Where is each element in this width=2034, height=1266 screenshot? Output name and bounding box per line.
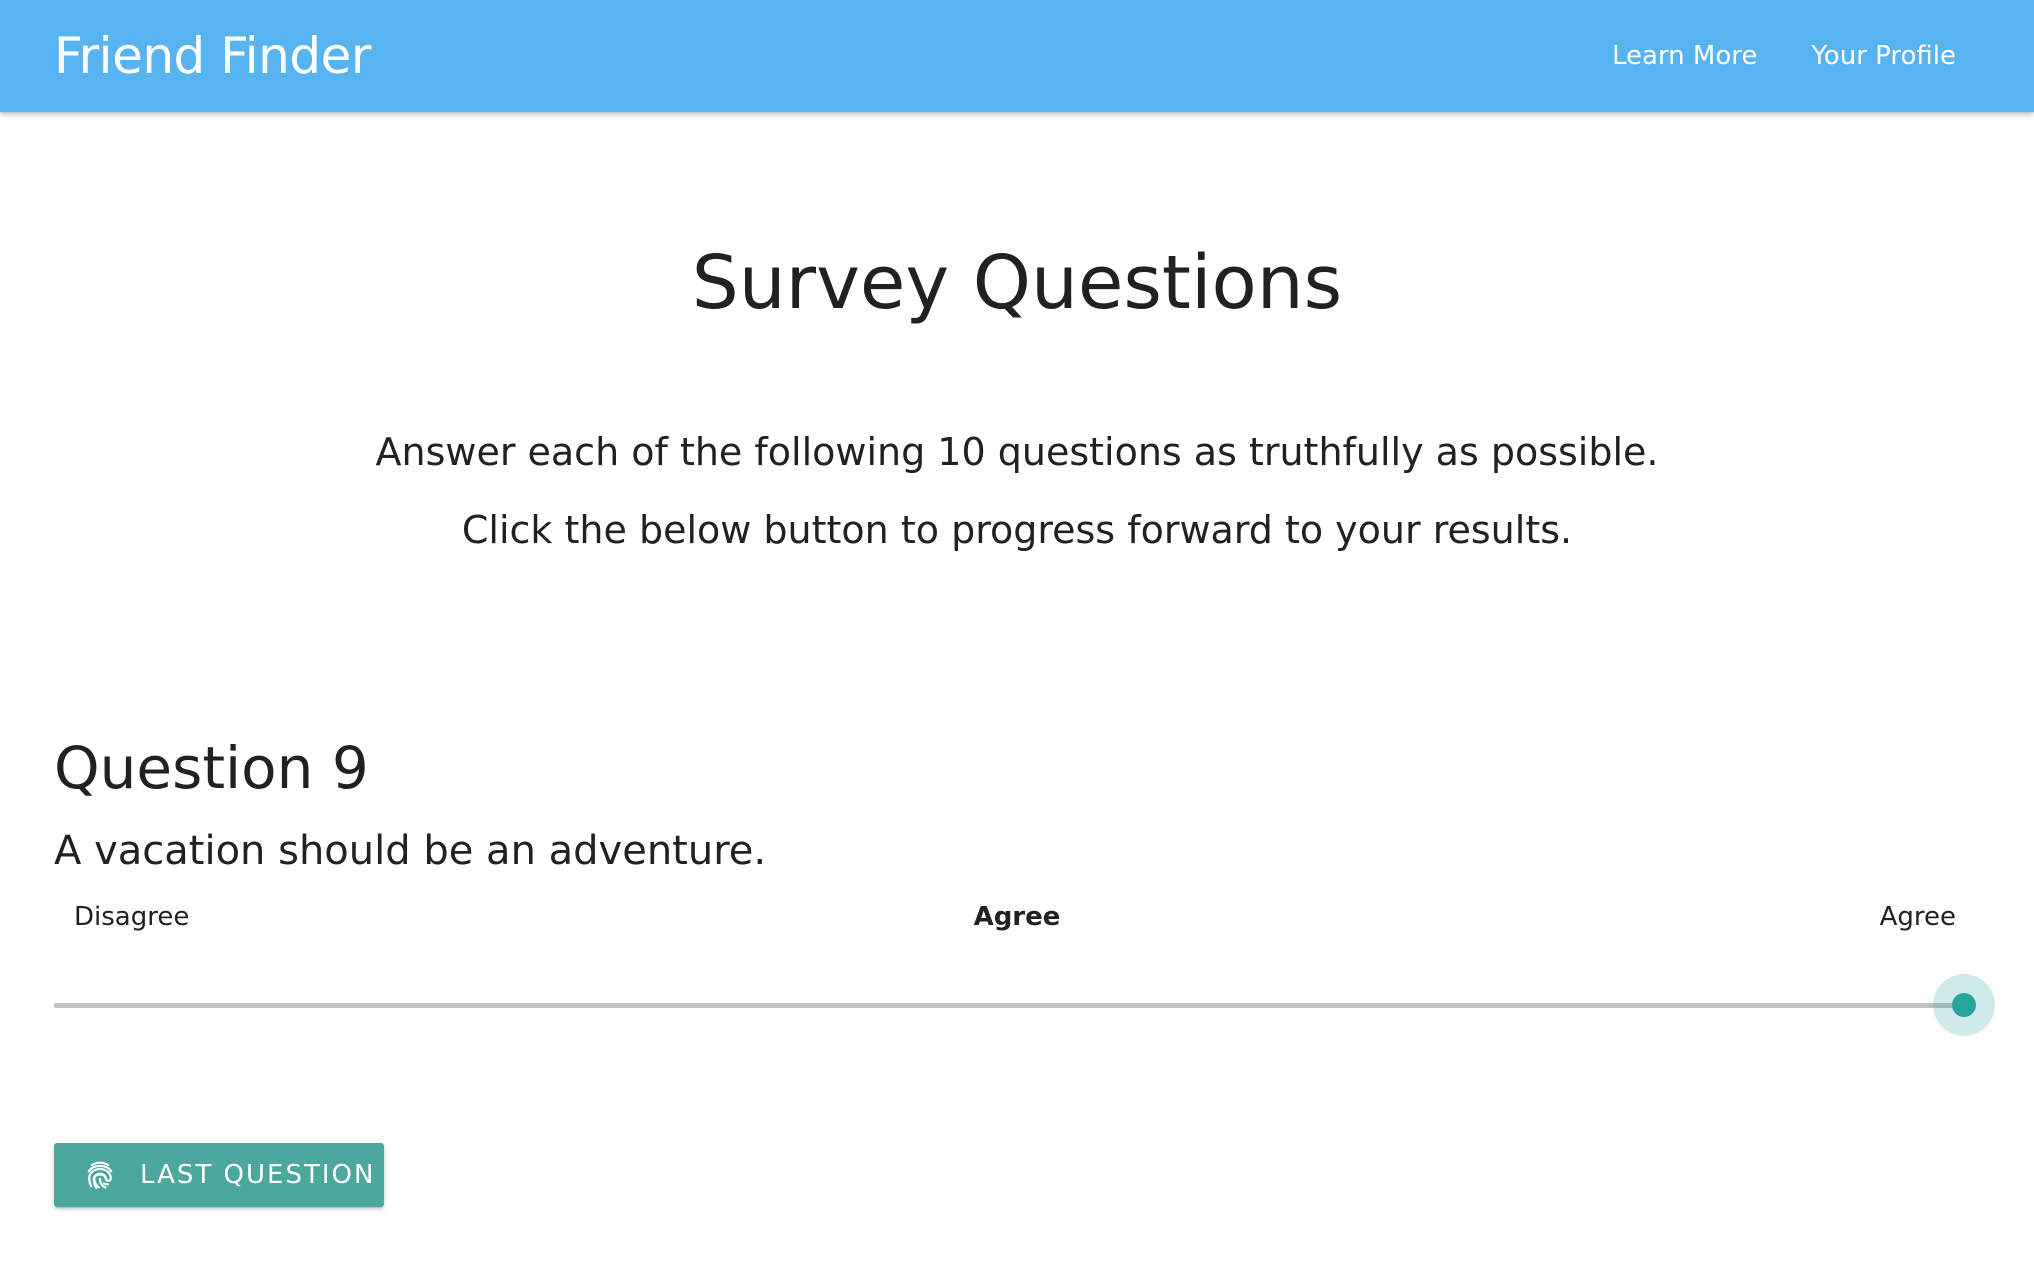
nav-link-your-profile[interactable]: Your Profile <box>1811 41 1956 71</box>
top-navbar: Friend Finder Learn More Your Profile <box>0 0 2034 112</box>
slider-track[interactable] <box>54 1003 1964 1008</box>
question-heading: Question 9 <box>54 734 369 802</box>
scale-current-value: Agree <box>973 902 1061 932</box>
last-question-button[interactable]: Last Question <box>54 1143 384 1207</box>
last-question-label: Last Question <box>140 1160 376 1190</box>
answer-slider[interactable] <box>54 974 1995 1036</box>
brand-logo[interactable]: Friend Finder <box>54 0 371 112</box>
intro-text-line-1: Answer each of the following 10 question… <box>375 430 1659 474</box>
slider-thumb[interactable] <box>1952 993 1976 1017</box>
page-title: Survey Questions <box>691 240 1343 326</box>
question-text: A vacation should be an adventure. <box>54 828 767 874</box>
nav-link-learn-more[interactable]: Learn More <box>1612 41 1757 71</box>
scale-label-agree: Agree <box>1879 902 1956 932</box>
fingerprint-icon <box>87 1161 113 1189</box>
nav-links: Learn More Your Profile <box>1558 0 1956 112</box>
intro-text-line-2: Click the below button to progress forwa… <box>461 508 1573 552</box>
